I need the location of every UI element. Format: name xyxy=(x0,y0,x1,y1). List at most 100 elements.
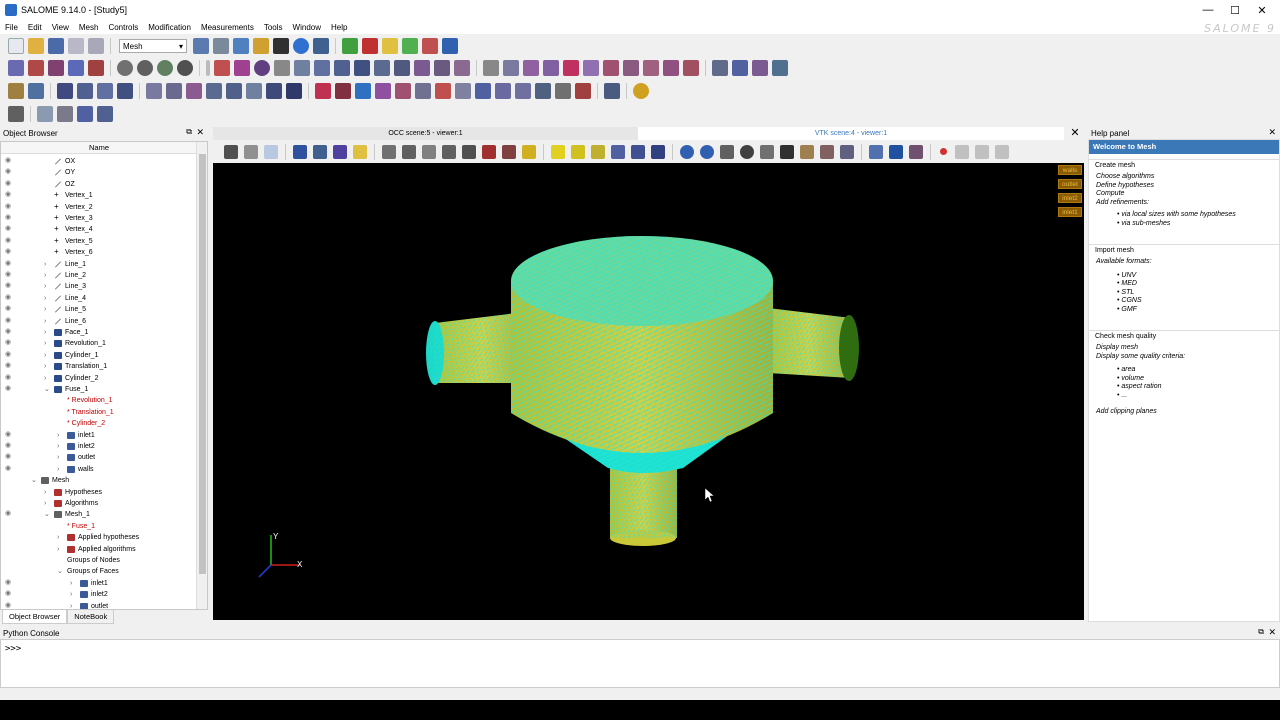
gear-green-icon[interactable] xyxy=(157,60,173,76)
visibility-eye-icon[interactable]: ◉ xyxy=(5,260,14,268)
visibility-eye-icon[interactable]: ◉ xyxy=(5,180,14,188)
visibility-eye-icon[interactable]: ◉ xyxy=(5,510,14,518)
menu-tools[interactable]: Tools xyxy=(259,23,288,32)
algorithm-gear-icon[interactable] xyxy=(137,60,153,76)
pointer-icon[interactable] xyxy=(37,106,53,122)
dump-view-icon[interactable] xyxy=(224,144,238,159)
filter-icon[interactable] xyxy=(57,106,73,122)
expand-arrow-icon[interactable]: › xyxy=(57,430,59,441)
vtk-viewport[interactable]: walls outlet inlet2 inlet1 Y X xyxy=(213,163,1084,620)
visibility-eye-icon[interactable]: ◉ xyxy=(5,362,14,370)
paravis-icon[interactable] xyxy=(273,38,289,54)
extrusion-along-path-icon[interactable] xyxy=(355,83,371,99)
triangle-icon[interactable] xyxy=(294,60,310,76)
select-polygon-icon[interactable] xyxy=(97,106,113,122)
tree-item[interactable]: ◉ › inlet2 xyxy=(1,589,197,600)
ball-icon[interactable] xyxy=(234,60,250,76)
expand-arrow-icon[interactable]: › xyxy=(44,259,46,270)
tree-item[interactable]: ◉ OZ xyxy=(1,179,197,190)
menu-modification[interactable]: Modification xyxy=(143,23,196,32)
view-back-icon[interactable] xyxy=(571,144,585,159)
projection-icon[interactable] xyxy=(820,144,834,159)
view-bottom-icon[interactable] xyxy=(611,144,625,159)
transform-rotate-icon[interactable] xyxy=(77,83,93,99)
scroll-thumb[interactable] xyxy=(199,154,206,574)
visibility-eye-icon[interactable]: ◉ xyxy=(5,294,14,302)
expand-arrow-icon[interactable]: › xyxy=(44,373,46,384)
copy-icon[interactable] xyxy=(68,38,84,54)
triquadratic-hexa-icon[interactable] xyxy=(663,60,679,76)
save-icon[interactable] xyxy=(48,38,64,54)
revolution-icon[interactable] xyxy=(335,83,351,99)
selection-mode-icon[interactable] xyxy=(8,106,24,122)
move-node-icon[interactable] xyxy=(226,83,242,99)
tree-item[interactable]: › Hypotheses xyxy=(1,487,197,498)
visibility-eye-icon[interactable]: ◉ xyxy=(5,590,14,598)
rotation-point-icon[interactable] xyxy=(522,144,536,159)
menu-window[interactable]: Window xyxy=(288,23,326,32)
quadratic-quad-icon[interactable] xyxy=(523,60,539,76)
hexagonal-prism-icon[interactable] xyxy=(434,60,450,76)
tree-item[interactable]: ◉ › outlet xyxy=(1,601,197,609)
expand-arrow-icon[interactable]: ⌄ xyxy=(57,566,63,577)
menu-controls[interactable]: Controls xyxy=(103,23,143,32)
scale-icon[interactable] xyxy=(475,83,491,99)
quadratic-triangle-icon[interactable] xyxy=(503,60,519,76)
expand-arrow-icon[interactable]: › xyxy=(44,487,46,498)
visibility-eye-icon[interactable]: ◉ xyxy=(5,431,14,439)
expand-arrow-icon[interactable]: › xyxy=(44,304,46,315)
expand-arrow-icon[interactable]: › xyxy=(57,544,59,555)
dynamic-selection-icon[interactable] xyxy=(293,144,307,159)
tab-vtk-viewer[interactable]: VTK scene:4 - viewer:1 xyxy=(638,127,1064,140)
renumber-icon[interactable] xyxy=(8,83,24,99)
synchronize-icon[interactable] xyxy=(869,144,883,159)
float-icon[interactable]: ⧉ xyxy=(186,127,192,137)
polyhedron-icon[interactable] xyxy=(454,60,470,76)
delete-icon[interactable] xyxy=(362,38,378,54)
polygon-icon[interactable] xyxy=(334,60,350,76)
expand-arrow-icon[interactable]: › xyxy=(57,452,59,463)
menu-mesh[interactable]: Mesh xyxy=(74,23,104,32)
tree-item[interactable]: ◉ + Vertex_2 xyxy=(1,202,197,213)
tree-item[interactable]: ◉ ⌄ Mesh_1 xyxy=(1,509,197,520)
edge-icon[interactable] xyxy=(274,60,290,76)
visibility-eye-icon[interactable]: ◉ xyxy=(5,282,14,290)
tree-item[interactable]: › Algorithms xyxy=(1,498,197,509)
clear-mesh-icon[interactable] xyxy=(772,60,788,76)
tree-item[interactable]: ◉ + Vertex_4 xyxy=(1,224,197,235)
expand-arrow-icon[interactable]: › xyxy=(44,350,46,361)
sphere-icon[interactable] xyxy=(254,60,270,76)
tree-item[interactable]: ◉ › Cylinder_2 xyxy=(1,373,197,384)
expand-arrow-icon[interactable]: › xyxy=(44,281,46,292)
update-rate-icon[interactable] xyxy=(740,144,754,159)
fit-selection-icon[interactable] xyxy=(422,144,436,159)
clipping-icon[interactable] xyxy=(800,144,814,159)
create-mesh-icon[interactable] xyxy=(8,60,24,76)
tree-item[interactable]: * Revolution_1 xyxy=(1,395,197,406)
tab-notebook[interactable]: NoteBook xyxy=(67,610,115,624)
close-viewer-icon[interactable]: ✕ xyxy=(1068,127,1082,140)
global-pan-icon[interactable] xyxy=(482,144,496,159)
expand-arrow-icon[interactable]: › xyxy=(70,578,72,589)
select-icon[interactable] xyxy=(28,83,44,99)
help-heading[interactable]: Check mesh quality xyxy=(1089,330,1279,341)
tree-item[interactable]: ◉ OY xyxy=(1,167,197,178)
geom-gear-icon[interactable] xyxy=(402,38,418,54)
view-top-icon[interactable] xyxy=(591,144,605,159)
pan-icon[interactable] xyxy=(462,144,476,159)
close-icon[interactable]: ✕ xyxy=(196,127,204,138)
stereo-icon[interactable] xyxy=(840,144,854,159)
smoothing-icon[interactable] xyxy=(415,83,431,99)
tree-item[interactable]: * Translation_1 xyxy=(1,407,197,418)
visibility-eye-icon[interactable]: ◉ xyxy=(5,579,14,587)
yacs-icon[interactable] xyxy=(293,38,309,54)
quadrangle-icon[interactable] xyxy=(314,60,330,76)
fit-all-icon[interactable] xyxy=(382,144,396,159)
visibility-eye-icon[interactable]: ◉ xyxy=(5,374,14,382)
add-ons-icon[interactable] xyxy=(633,83,649,99)
help-heading[interactable]: Create mesh xyxy=(1089,159,1279,170)
wrap-icon[interactable] xyxy=(535,83,551,99)
expand-arrow-icon[interactable]: › xyxy=(70,601,72,609)
quadratic-pyramid-icon[interactable] xyxy=(603,60,619,76)
mesh-module-icon[interactable] xyxy=(213,38,229,54)
